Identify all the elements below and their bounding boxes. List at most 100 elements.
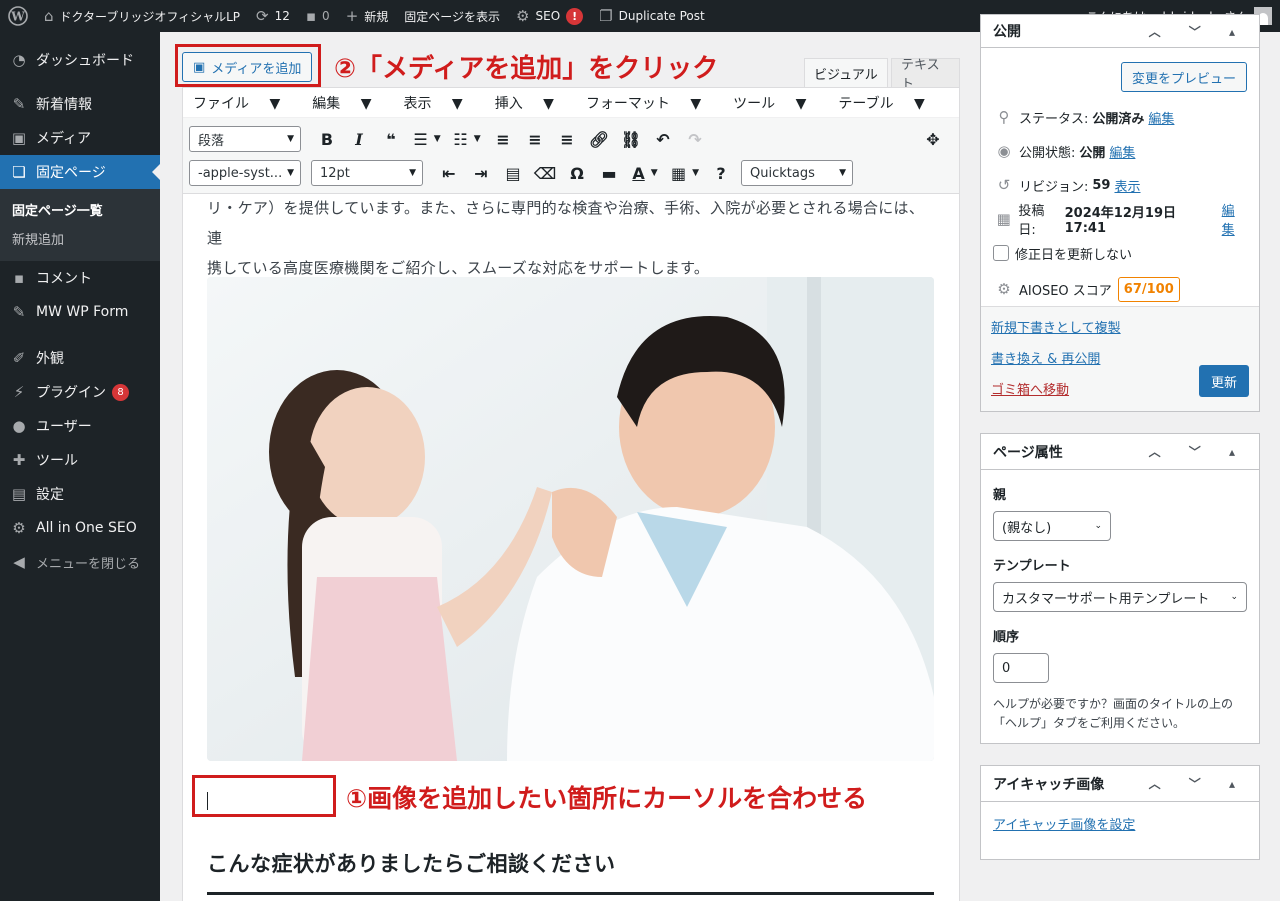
update-button[interactable]: 更新 <box>1198 365 1249 397</box>
numbered-list-button[interactable]: ☷ ▼ <box>447 125 487 153</box>
sidebar-item-aioseo[interactable]: ⚙ All in One SEO <box>0 511 160 545</box>
edit-status-link[interactable]: 編集 <box>1148 108 1174 127</box>
bullet-list-button[interactable]: ☰ ▼ <box>407 125 447 153</box>
sidebar-item-label: 新着情報 <box>36 97 92 113</box>
order-input[interactable]: 0 <box>993 653 1049 683</box>
help-text: ヘルプが必要ですか？画面のタイトルの上の「ヘルプ」タブをご利用ください。 <box>993 697 1234 730</box>
menu-edit[interactable]: 編集 ▼ <box>312 93 387 113</box>
quicktags-select[interactable]: Quicktags ▼ <box>741 160 853 186</box>
box-controls[interactable]: ︿ ﹀ ▴ <box>1149 443 1247 460</box>
editor-menubar: ファイル ▼ 編集 ▼ 表示 ▼ 挿入 ▼ フォーマット ▼ ツール ▼ テーブ… <box>183 88 959 118</box>
special-char-icon[interactable]: Ω <box>561 159 593 187</box>
box-controls[interactable]: ︿ ﹀ ▴ <box>1149 23 1247 40</box>
text-color-button[interactable]: A ▼ <box>625 159 665 187</box>
move-to-trash-link[interactable]: ゴミ箱へ移動 <box>991 383 1069 398</box>
visibility-row: ◉ 公開状態: 公開 編集 <box>993 134 1247 168</box>
align-left-button[interactable]: ≡ <box>487 125 519 153</box>
updates-count: 12 <box>274 9 290 23</box>
indent-icon[interactable]: ⇥ <box>465 159 497 187</box>
wordpress-logo-icon[interactable]: W <box>0 0 36 32</box>
outdent-icon[interactable]: ⇤ <box>433 159 465 187</box>
menu-view[interactable]: 表示 ▼ <box>403 93 478 113</box>
template-select[interactable]: カスタマーサポート用テンプレート ⌄ <box>993 582 1247 612</box>
chevron-down-icon: ▼ <box>690 95 702 112</box>
submenu-item-add-new[interactable]: 新規追加 <box>0 224 160 253</box>
status-label: ステータス: <box>1019 111 1089 127</box>
sidebar-item-plugins[interactable]: ⚡ プラグイン 8 <box>0 375 160 409</box>
fullscreen-icon[interactable]: ✥ <box>917 125 949 153</box>
content-heading: こんな症状がありましたらご相談ください <box>207 852 616 876</box>
site-name-link[interactable]: ⌂ ドクターブリッジオフィシャルLP <box>36 0 248 32</box>
undo-icon[interactable]: ↶ <box>647 125 679 153</box>
sidebar-item-posts[interactable]: ✎ 新着情報 <box>0 87 160 121</box>
copy-to-draft-link[interactable]: 新規下書きとして複製 <box>991 321 1121 336</box>
sidebar-item-media[interactable]: ▣ メディア <box>0 121 160 155</box>
parent-select[interactable]: (親なし) ⌄ <box>993 511 1111 541</box>
tab-text[interactable]: テキスト <box>891 58 960 92</box>
bold-button[interactable]: B <box>311 125 343 153</box>
edit-date-link[interactable]: 編集 <box>1222 200 1247 238</box>
rewrite-republish-link[interactable]: 書き換え & 再公開 <box>991 352 1100 367</box>
sidebar-item-dashboard[interactable]: ◔ ダッシュボード <box>0 43 160 77</box>
chevron-down-icon: ▼ <box>795 95 807 112</box>
menu-table[interactable]: テーブル ▼ <box>838 93 940 113</box>
font-family-select[interactable]: -apple-syst... ▼ <box>189 160 301 186</box>
sidebar-item-mwwpform[interactable]: ✎ MW WP Form <box>0 295 160 329</box>
tab-visual[interactable]: ビジュアル <box>804 58 888 87</box>
new-content-link[interactable]: + 新規 <box>338 0 397 32</box>
featured-image-title: アイキャッチ画像 <box>993 776 1105 793</box>
content-image[interactable] <box>207 277 934 761</box>
set-featured-image-link[interactable]: アイキャッチ画像を設定 <box>993 818 1135 833</box>
editor-content[interactable]: リ・ケア）を提供しています。また、さらに専門的な検査や治療、手術、入院が必要とさ… <box>207 193 935 283</box>
media-icon: ▣ <box>11 129 27 147</box>
sidebar-item-comments[interactable]: ▪ コメント <box>0 261 160 295</box>
redo-icon[interactable]: ↷ <box>679 125 711 153</box>
sidebar-item-appearance[interactable]: ✐ 外観 <box>0 341 160 375</box>
edit-visibility-link[interactable]: 編集 <box>1109 142 1135 161</box>
menu-label: テーブル <box>838 95 894 112</box>
table-button[interactable]: ▦ ▼ <box>665 159 705 187</box>
revisions-view-link[interactable]: 表示 <box>1114 176 1140 195</box>
format-select-value: 段落 <box>198 133 225 149</box>
link-icon[interactable]: 🔗︎ <box>583 125 615 153</box>
collapse-menu-button[interactable]: ◀ メニューを閉じる <box>0 545 160 579</box>
duplicate-post-link[interactable]: ❐ Duplicate Post <box>591 0 713 32</box>
sidebar-item-label: プラグイン <box>36 385 106 401</box>
seo-menu[interactable]: ⚙ SEO ! <box>508 0 591 32</box>
align-right-button[interactable]: ≡ <box>551 125 583 153</box>
sidebar-item-tools[interactable]: ✚ ツール <box>0 443 160 477</box>
pages-icon: ❏ <box>12 163 26 181</box>
paste-text-icon[interactable]: ▤ <box>497 159 529 187</box>
submenu-item-all-pages[interactable]: 固定ページ一覧 <box>0 195 160 224</box>
chevron-down-icon: ▼ <box>914 95 925 112</box>
sidebar-item-users[interactable]: ● ユーザー <box>0 409 160 443</box>
updates-link[interactable]: ⟳ 12 <box>248 0 298 32</box>
heading-underline <box>207 892 934 895</box>
align-center-button[interactable]: ≡ <box>519 125 551 153</box>
clear-format-icon[interactable]: ⌫ <box>529 159 561 187</box>
format-select[interactable]: 段落 ▼ <box>189 126 301 152</box>
font-size-select[interactable]: 12pt ▼ <box>311 160 423 186</box>
unlink-icon[interactable]: ⛓ <box>615 125 647 153</box>
aioseo-score-label: AIOSEO スコア <box>1019 283 1112 299</box>
sidebar-item-pages[interactable]: ❏ 固定ページ <box>0 155 160 189</box>
chevron-down-icon: ▼ <box>692 168 700 178</box>
menu-tools[interactable]: ツール ▼ <box>733 93 822 113</box>
view-page-link[interactable]: 固定ページを表示 <box>396 0 508 32</box>
seo-label: SEO <box>535 9 561 23</box>
revisions-value: 59 <box>1092 177 1111 193</box>
font-size-value: 12pt <box>320 165 350 181</box>
aioseo-score-badge[interactable]: 67/100 <box>1117 276 1180 302</box>
box-controls[interactable]: ︿ ﹀ ▴ <box>1149 775 1247 792</box>
menu-insert[interactable]: 挿入 ▼ <box>495 93 570 113</box>
menu-format[interactable]: フォーマット ▼ <box>586 93 717 113</box>
horizontal-line-icon[interactable]: ▬ <box>593 159 625 187</box>
preview-changes-button[interactable]: 変更をプレビュー <box>1120 62 1247 92</box>
menu-file[interactable]: ファイル ▼ <box>193 93 296 113</box>
blockquote-button[interactable]: ❝ <box>375 125 407 153</box>
sidebar-item-settings[interactable]: ▤ 設定 <box>0 477 160 511</box>
help-icon[interactable]: ? <box>705 159 737 187</box>
no-update-date-checkbox[interactable] <box>993 245 1009 261</box>
italic-button[interactable]: I <box>343 125 375 153</box>
comments-link[interactable]: ▪ 0 <box>298 0 338 32</box>
